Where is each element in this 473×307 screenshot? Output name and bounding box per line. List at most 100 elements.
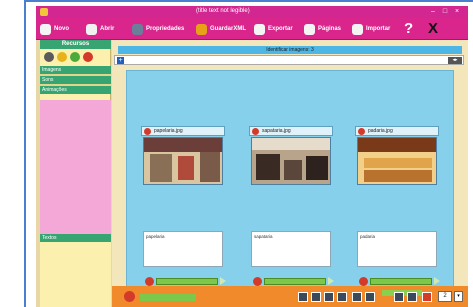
image-thumbnail-sapataria[interactable] [251, 137, 331, 185]
play-icon[interactable] [328, 277, 334, 285]
open-icon [86, 23, 97, 35]
window-title: (title text not legible) [196, 8, 250, 14]
caption-box[interactable]: padaria [357, 231, 437, 267]
remove-image-icon[interactable] [358, 128, 365, 135]
image-filename: padaria.jpg [368, 128, 393, 134]
image-thumbnail-padaria[interactable] [357, 137, 437, 185]
image-card-title: sapataria.jpg [249, 126, 333, 136]
thumb-shelf [144, 138, 222, 152]
new-page-icon [40, 23, 51, 35]
caption-box[interactable]: papelaria [143, 231, 223, 267]
properties-icon [132, 23, 143, 35]
sound-bar[interactable] [264, 277, 326, 285]
text-section-header[interactable]: Textos [40, 234, 111, 242]
title-bar: (title text not legible) – □ × [36, 6, 468, 18]
sound-control [145, 276, 226, 286]
sidebar-item-images[interactable]: Imagens [40, 66, 111, 74]
grid-icon[interactable] [324, 292, 334, 302]
export-icon [254, 23, 265, 35]
caption-text: sapataria [254, 234, 273, 239]
tools-icon[interactable] [44, 52, 54, 62]
thumb-shelf [284, 160, 302, 180]
remove-sound-icon[interactable] [359, 276, 368, 286]
bottom-bar: 2 ▾ [112, 286, 468, 307]
thumb-counter [364, 170, 432, 182]
list-icon[interactable] [311, 292, 321, 302]
sound-control [253, 276, 334, 286]
image-card-title: papelaria.jpg [141, 126, 225, 136]
resources-list[interactable] [40, 100, 111, 234]
caption-box[interactable]: sapataria [251, 231, 331, 267]
thumb-shelf [200, 152, 220, 182]
open-button[interactable]: Abrir [86, 22, 114, 36]
new-button[interactable]: Novo [40, 22, 69, 36]
save-icon[interactable] [298, 292, 308, 302]
play-icon[interactable] [434, 277, 440, 285]
frame-top-border [24, 0, 473, 2]
pages-label: Páginas [318, 26, 342, 32]
thumb-shelf [306, 156, 328, 180]
toolbar: Novo Abrir Propriedades GuardarXML Expor… [36, 18, 468, 40]
save-xml-button[interactable]: GuardarXML [196, 22, 246, 36]
caption-text: papelaria [146, 234, 165, 239]
play-icon[interactable] [220, 277, 226, 285]
help-button[interactable]: ? [404, 20, 413, 38]
close-button[interactable]: X [428, 20, 438, 38]
save-xml-label: GuardarXML [210, 26, 247, 32]
import-label: Importar [366, 26, 391, 32]
last-page-icon[interactable] [407, 292, 417, 302]
open-label: Abrir [100, 26, 115, 32]
caption-text: padaria [360, 234, 376, 239]
thumb-shelf [150, 154, 172, 182]
page-margin [0, 0, 24, 307]
properties-label: Propriedades [146, 26, 185, 32]
properties-button[interactable]: Propriedades [132, 22, 184, 36]
image-card-title: padaria.jpg [355, 126, 439, 136]
save-xml-icon [196, 23, 207, 35]
minimize-button[interactable]: – [428, 7, 438, 16]
screen-selector[interactable]: + ◂▸ [114, 55, 464, 65]
export-label: Exportar [268, 26, 293, 32]
sidebar-item-sounds[interactable]: Sons [40, 76, 111, 84]
copy-icon[interactable] [337, 292, 347, 302]
add-green-icon[interactable] [70, 52, 80, 62]
pages-button[interactable]: Páginas [304, 22, 341, 36]
app-window: (title text not legible) – □ × Novo Abri… [36, 6, 468, 307]
image-thumbnail-papelaria[interactable] [143, 137, 223, 185]
delete-page-icon[interactable] [422, 292, 432, 302]
thumb-shelf [178, 156, 194, 180]
remove-image-icon[interactable] [144, 128, 151, 135]
import-button[interactable]: Importar [352, 22, 390, 36]
sidebar-item-animations[interactable]: Animações [40, 86, 111, 94]
main-area: Identificar imagens: 3 + ◂▸ papelaria.jp… [112, 40, 468, 307]
remove-image-icon[interactable] [252, 128, 259, 135]
import-icon [352, 23, 363, 35]
window-close-button[interactable]: × [452, 7, 462, 16]
add-screen-button[interactable]: + [117, 57, 124, 64]
screen-nav-button[interactable]: ◂▸ [448, 57, 462, 64]
resources-tools [40, 49, 111, 65]
prev-page-icon[interactable] [365, 292, 375, 302]
sound-bar[interactable] [370, 277, 432, 285]
resources-sidebar: Recursos Imagens Sons Animações Textos [40, 40, 111, 307]
screen-sound-bar[interactable] [140, 294, 196, 301]
page-number[interactable]: 2 [438, 291, 452, 302]
remove-sound-icon[interactable] [145, 276, 154, 286]
remove-sound-icon[interactable] [253, 276, 262, 286]
sound-control [359, 276, 440, 286]
next-page-icon[interactable] [394, 292, 404, 302]
text-section: Textos [40, 234, 111, 307]
remove-sound-icon[interactable] [124, 291, 135, 302]
thumb-ceiling [252, 138, 330, 150]
delete-red-icon[interactable] [83, 52, 93, 62]
new-label: Novo [54, 26, 69, 32]
app-icon [40, 8, 48, 16]
page-dropdown-icon[interactable]: ▾ [454, 291, 463, 302]
sound-bar[interactable] [156, 277, 218, 285]
frame-left-border [24, 0, 26, 307]
first-page-icon[interactable] [352, 292, 362, 302]
thumb-ceiling [358, 138, 436, 152]
maximize-button[interactable]: □ [440, 7, 450, 16]
export-button[interactable]: Exportar [254, 22, 293, 36]
wand-icon[interactable] [57, 52, 67, 62]
